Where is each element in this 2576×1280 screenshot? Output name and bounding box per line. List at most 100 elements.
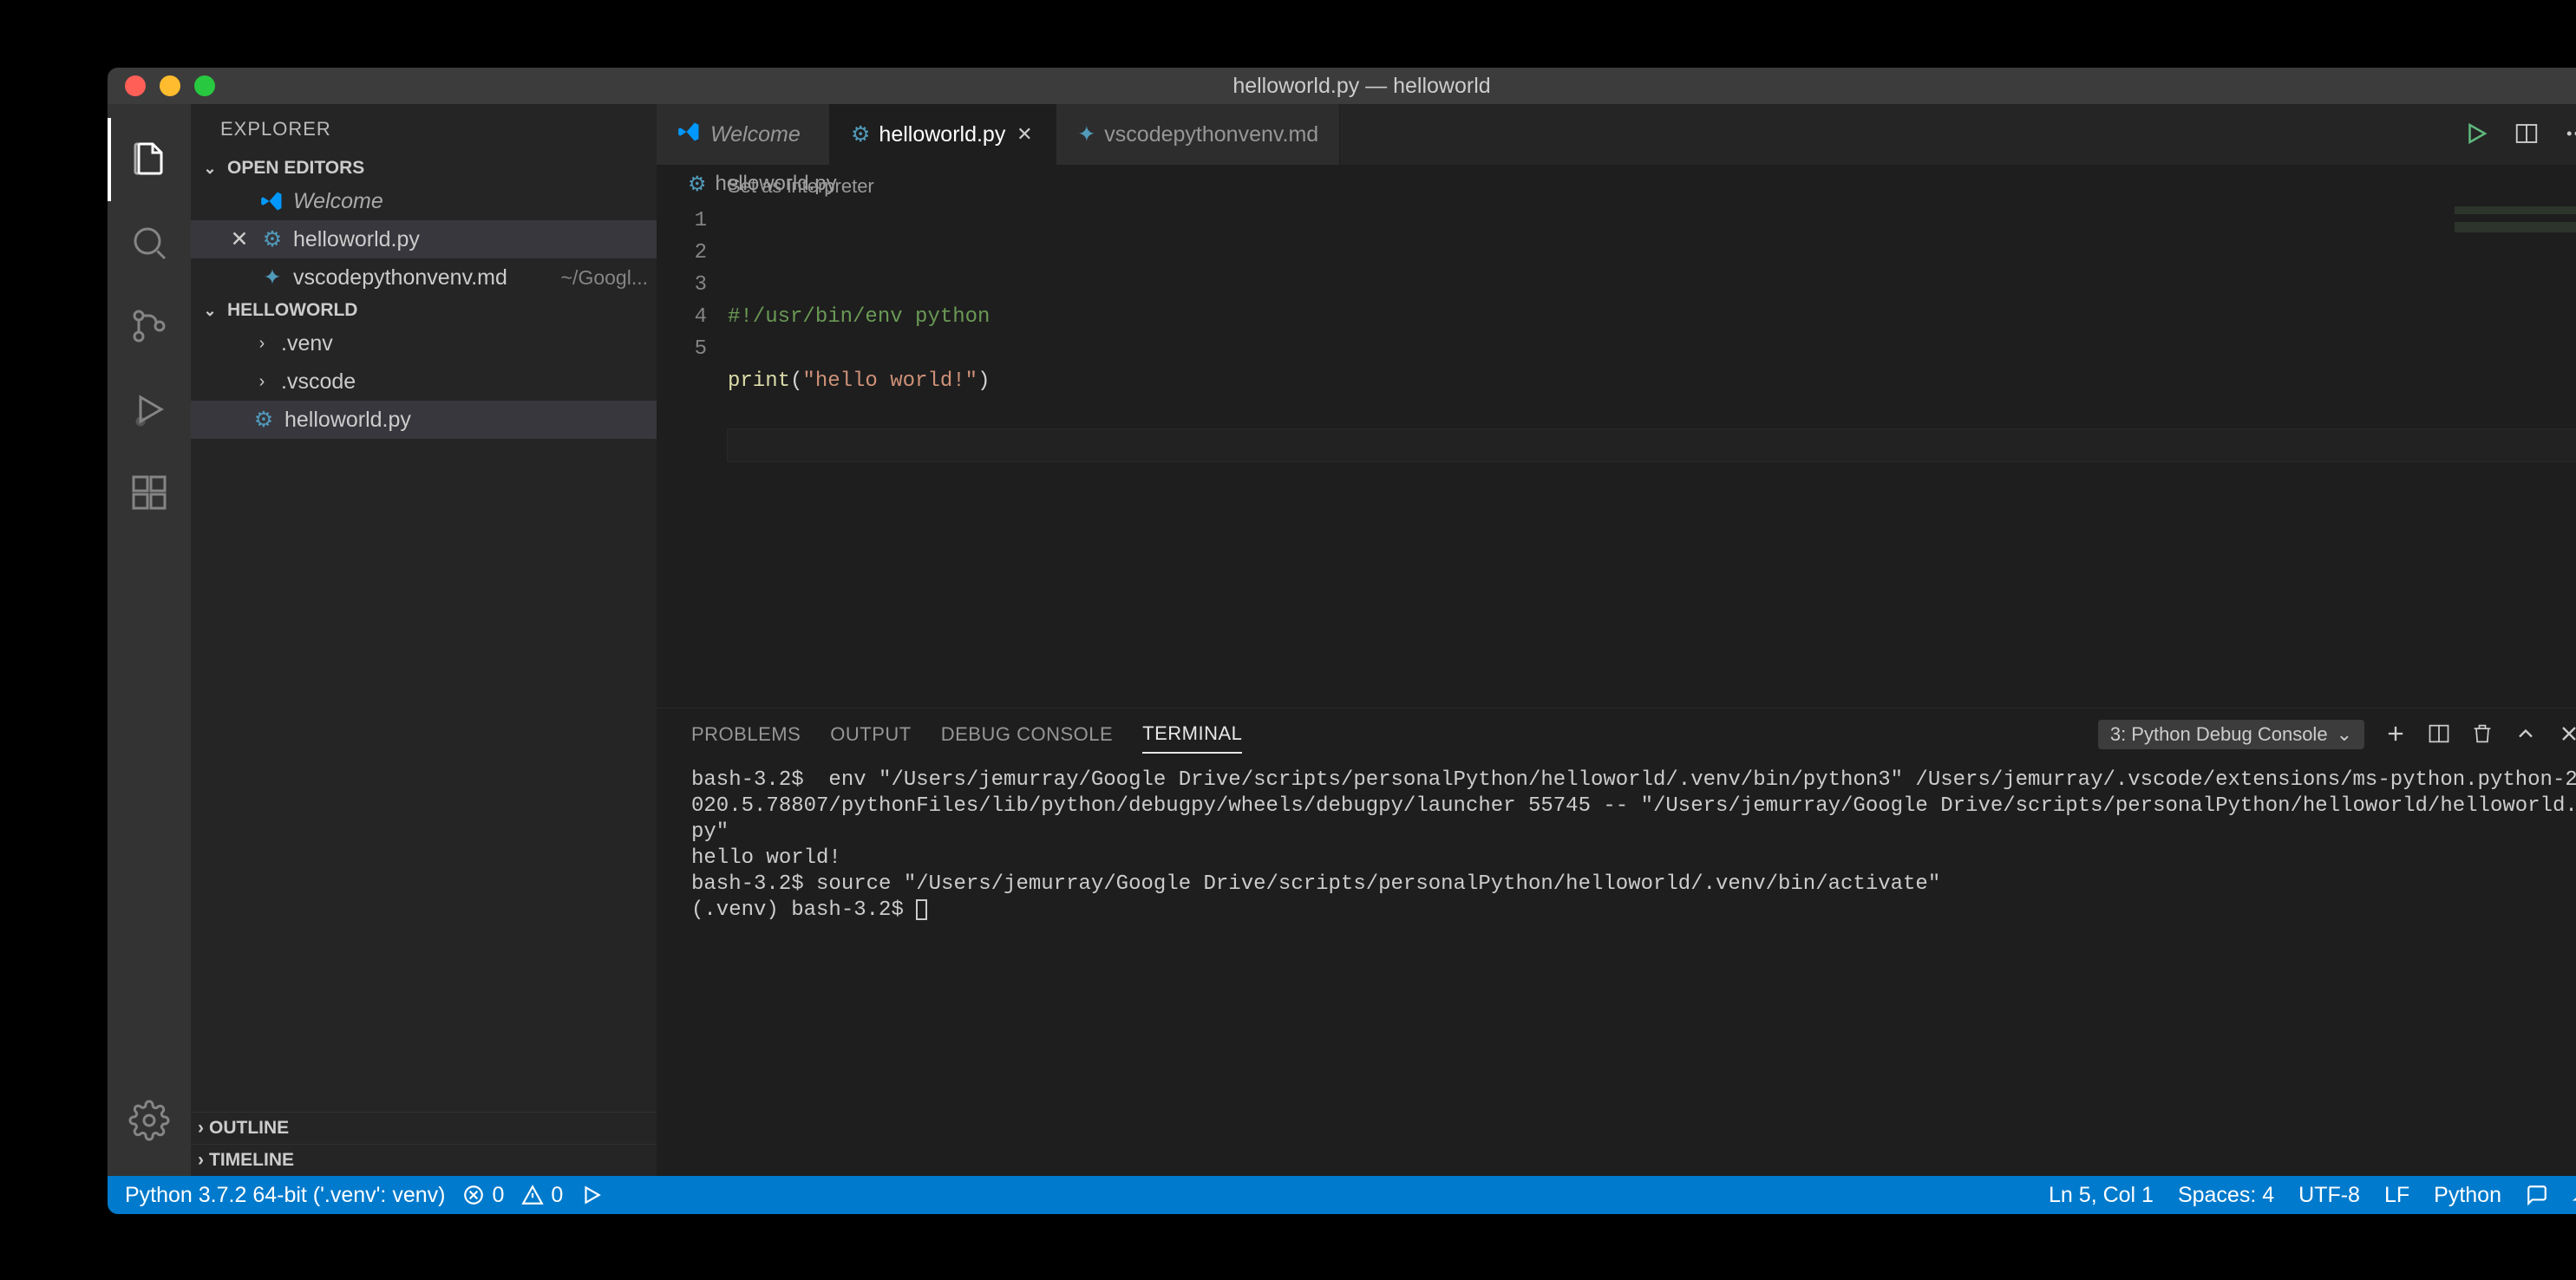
- feedback-icon: [2526, 1184, 2548, 1206]
- status-indentation[interactable]: Spaces: 4: [2178, 1183, 2274, 1208]
- gear-icon: [128, 1100, 170, 1141]
- minimize-window-button[interactable]: [160, 75, 180, 96]
- code-area[interactable]: Set as interpreter #!/usr/bin/env python…: [728, 203, 2576, 708]
- maximize-window-button[interactable]: [194, 75, 215, 96]
- tab-label: vscodepythonvenv.md: [1104, 122, 1318, 147]
- terminal-cursor: [916, 899, 927, 920]
- body: EXPLORER ⌄ OPEN EDITORS Welcome ✕ ⚙ hell…: [108, 104, 2576, 1176]
- status-errors[interactable]: 0: [462, 1183, 504, 1208]
- breadcrumb[interactable]: ⚙ helloworld.py: [657, 165, 2576, 203]
- tab-vscodepythonvenv[interactable]: ✦ vscodepythonvenv.md: [1056, 104, 1340, 165]
- sidebar: EXPLORER ⌄ OPEN EDITORS Welcome ✕ ⚙ hell…: [191, 104, 657, 1176]
- activity-search[interactable]: [108, 201, 191, 284]
- new-terminal-button[interactable]: [2383, 722, 2408, 748]
- panel-tab-debug-console[interactable]: DEBUG CONSOLE: [941, 716, 1113, 753]
- editor-actions: [2463, 104, 2576, 165]
- python-icon: ⚙: [252, 408, 276, 432]
- tab-welcome[interactable]: Welcome: [657, 104, 830, 165]
- markdown-icon: ✦: [1077, 121, 1095, 147]
- outline-section[interactable]: › OUTLINE: [191, 1112, 657, 1144]
- line-number: 2: [657, 237, 707, 269]
- python-icon: ⚙: [260, 227, 284, 251]
- python-icon: ⚙: [688, 172, 707, 197]
- status-encoding[interactable]: UTF-8: [2298, 1183, 2360, 1208]
- kill-terminal-button[interactable]: [2470, 722, 2494, 748]
- play-icon: [580, 1184, 603, 1206]
- open-editors-list: Welcome ✕ ⚙ helloworld.py ✦ vscodepython…: [191, 182, 657, 297]
- activity-extensions[interactable]: [108, 451, 191, 534]
- python-icon: ⚙: [851, 121, 870, 147]
- status-feedback[interactable]: [2526, 1184, 2548, 1206]
- debug-icon: [128, 389, 170, 430]
- open-editor-welcome[interactable]: Welcome: [191, 182, 657, 220]
- minimap[interactable]: [2455, 206, 2576, 232]
- open-editor-vscodepythonvenv[interactable]: ✦ vscodepythonvenv.md ~/Googl...: [191, 258, 657, 297]
- panel-tabs: PROBLEMS OUTPUT DEBUG CONSOLE TERMINAL 3…: [657, 709, 2576, 761]
- open-editor-path: ~/Googl...: [561, 266, 657, 290]
- status-eol[interactable]: LF: [2384, 1183, 2409, 1208]
- timeline-label: TIMELINE: [209, 1150, 294, 1171]
- panel-tab-problems[interactable]: PROBLEMS: [691, 716, 801, 753]
- tab-label: helloworld.py: [879, 122, 1005, 147]
- terminal-output[interactable]: bash-3.2$ env "/Users/jemurray/Google Dr…: [657, 761, 2576, 1176]
- status-notifications[interactable]: [2573, 1184, 2576, 1206]
- line-number: 3: [657, 269, 707, 301]
- code-line[interactable]: #!/usr/bin/env python: [728, 301, 2576, 333]
- line-number: 4: [657, 301, 707, 333]
- bell-icon: [2573, 1184, 2576, 1206]
- status-language[interactable]: Python: [2434, 1183, 2501, 1208]
- folder-item-label: .venv: [281, 331, 333, 356]
- panel-tab-terminal[interactable]: TERMINAL: [1142, 715, 1242, 754]
- search-icon: [128, 222, 170, 264]
- status-warnings[interactable]: 0: [521, 1183, 563, 1208]
- open-editors-label: OPEN EDITORS: [227, 158, 364, 179]
- chevron-right-icon: ›: [252, 334, 272, 354]
- open-editors-header[interactable]: ⌄ OPEN EDITORS: [191, 154, 657, 182]
- open-editor-label: helloworld.py: [293, 227, 420, 252]
- main: Welcome ⚙ helloworld.py ✕ ✦ vscodepython…: [657, 104, 2576, 1176]
- tab-helloworld[interactable]: ⚙ helloworld.py ✕: [830, 104, 1056, 165]
- split-editor-button[interactable]: [2514, 121, 2540, 149]
- code-line[interactable]: [728, 429, 2576, 461]
- chevron-right-icon: ›: [252, 372, 272, 392]
- traffic-lights: [108, 75, 215, 96]
- editor[interactable]: 12345 Set as interpreter #!/usr/bin/env …: [657, 203, 2576, 708]
- folder-label: HELLOWORLD: [227, 300, 357, 321]
- activity-settings[interactable]: [108, 1079, 191, 1162]
- activity-run-debug[interactable]: [108, 368, 191, 451]
- close-icon[interactable]: ✕: [227, 226, 252, 252]
- run-button[interactable]: [2463, 121, 2489, 149]
- activity-explorer[interactable]: [108, 118, 191, 201]
- code-line[interactable]: print("hello world!"): [728, 365, 2576, 397]
- codelens-set-interpreter[interactable]: Set as interpreter: [728, 170, 874, 202]
- open-editor-helloworld[interactable]: ✕ ⚙ helloworld.py: [191, 220, 657, 258]
- sidebar-bottom: › OUTLINE › TIMELINE: [191, 1112, 657, 1176]
- window-title: helloworld.py — helloworld: [108, 74, 2576, 99]
- status-warnings-count: 0: [551, 1183, 563, 1208]
- status-cursor-position[interactable]: Ln 5, Col 1: [2049, 1183, 2154, 1208]
- close-window-button[interactable]: [125, 75, 146, 96]
- code-line[interactable]: [728, 397, 2576, 429]
- status-run-no-debug[interactable]: [580, 1184, 603, 1206]
- close-icon[interactable]: ✕: [1014, 123, 1035, 146]
- folder-item-venv[interactable]: › .venv: [191, 324, 657, 362]
- status-python-interpreter[interactable]: Python 3.7.2 64-bit ('.venv': venv): [125, 1183, 445, 1208]
- vscode-icon: [260, 189, 284, 213]
- activity-source-control[interactable]: [108, 284, 191, 368]
- maximize-panel-button[interactable]: [2514, 722, 2538, 748]
- split-terminal-button[interactable]: [2427, 722, 2451, 748]
- folder-item-helloworld-py[interactable]: ⚙ helloworld.py: [191, 401, 657, 439]
- close-panel-button[interactable]: [2557, 722, 2576, 748]
- folder-item-label: .vscode: [281, 369, 356, 395]
- status-errors-count: 0: [492, 1183, 504, 1208]
- more-actions-button[interactable]: [2564, 121, 2576, 149]
- folder-header[interactable]: ⌄ HELLOWORLD: [191, 297, 657, 324]
- line-number: 1: [657, 205, 707, 237]
- folder-item-vscode[interactable]: › .vscode: [191, 362, 657, 401]
- timeline-section[interactable]: › TIMELINE: [191, 1144, 657, 1176]
- statusbar: Python 3.7.2 64-bit ('.venv': venv) 0 0 …: [108, 1176, 2576, 1214]
- source-control-icon: [128, 305, 170, 347]
- terminal-select[interactable]: 3: Python Debug Console ⌄: [2098, 720, 2364, 749]
- panel-tab-output[interactable]: OUTPUT: [830, 716, 911, 753]
- code-line[interactable]: [728, 333, 2576, 365]
